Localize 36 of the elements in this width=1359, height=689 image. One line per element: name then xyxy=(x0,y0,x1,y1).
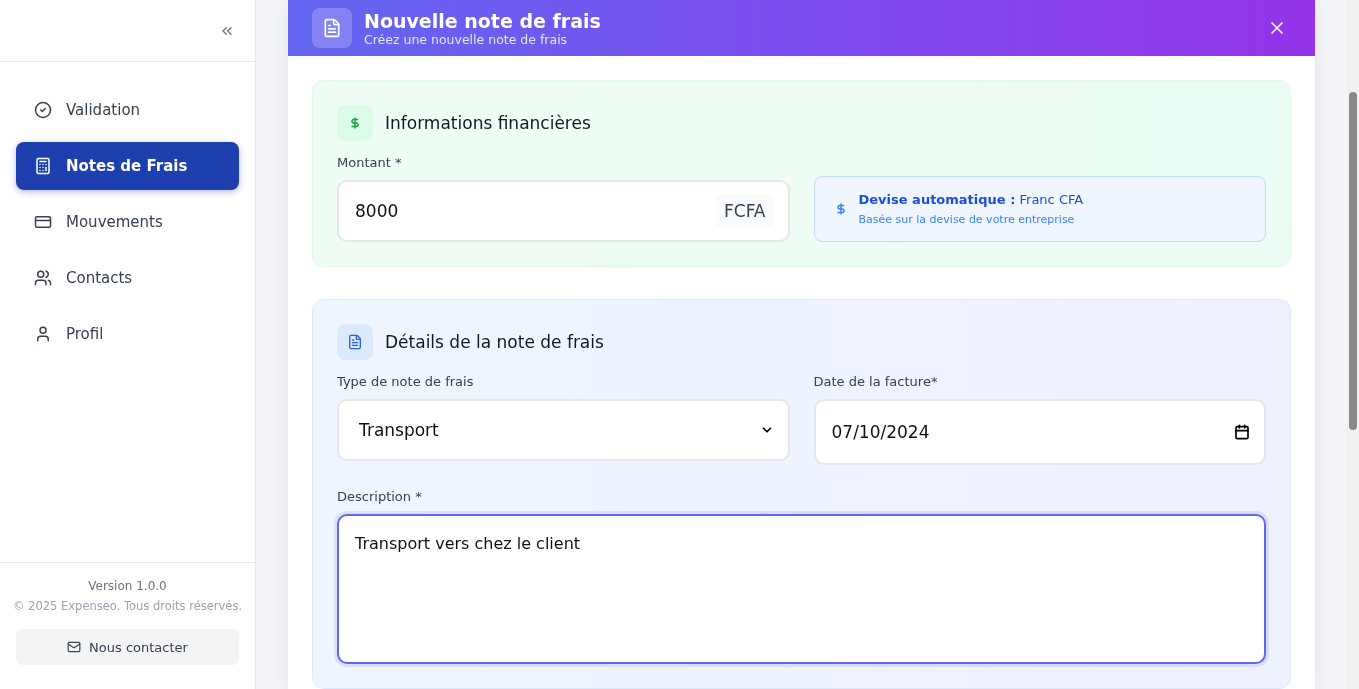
scrollbar-thumb[interactable] xyxy=(1349,92,1357,430)
mail-icon xyxy=(67,640,82,654)
field-label: Montant * xyxy=(337,155,403,170)
currency-suffix: FCFA xyxy=(716,195,774,227)
description-field[interactable]: Transport vers chez le client xyxy=(337,514,1266,664)
contact-button[interactable]: Nous contacter xyxy=(16,629,239,665)
section-title: Informations financières xyxy=(385,113,591,133)
amount-field[interactable]: 8000 FCFA xyxy=(337,180,790,242)
document-icon xyxy=(312,8,352,48)
currency-note-text: Devise automatique : Franc CFA xyxy=(858,192,1084,207)
field-label: Date de la facture* xyxy=(813,374,939,389)
card-icon xyxy=(34,213,52,231)
dollar-icon xyxy=(337,105,373,141)
check-circle-icon xyxy=(34,101,52,119)
section-title: Détails de la note de frais xyxy=(385,332,604,352)
dollar-icon xyxy=(834,203,847,215)
sidebar-item[interactable]: Contacts xyxy=(16,254,239,302)
sidebar-item[interactable]: Validation xyxy=(16,86,239,134)
type-select[interactable]: Transport xyxy=(337,399,790,461)
calendar-icon[interactable] xyxy=(1234,424,1250,440)
modal-subtitle: Créez une nouvelle note de frais xyxy=(364,31,569,47)
sidebar-item[interactable]: Notes de Frais xyxy=(16,142,239,190)
date-field[interactable]: 07/10/2024 xyxy=(813,399,1266,465)
users-icon xyxy=(34,269,52,287)
modal-title: Nouvelle note de frais xyxy=(364,9,602,32)
field-label: Type de note de frais xyxy=(337,374,475,389)
sidebar-item[interactable]: Profil xyxy=(16,310,239,358)
currency-note-hint: Basée sur la devise de votre entreprise xyxy=(858,213,1076,226)
field-label: Description * xyxy=(337,489,423,504)
copyright-text: © 2025 Expenseo. Tous droits réservés. xyxy=(12,599,243,613)
user-icon xyxy=(34,325,52,343)
version-text: Version 1.0.0 xyxy=(88,579,167,593)
scrollbar[interactable] xyxy=(1347,0,1359,689)
document-icon xyxy=(337,324,373,360)
sidebar-item[interactable]: Mouvements xyxy=(16,198,239,246)
calculator-icon xyxy=(34,157,52,175)
